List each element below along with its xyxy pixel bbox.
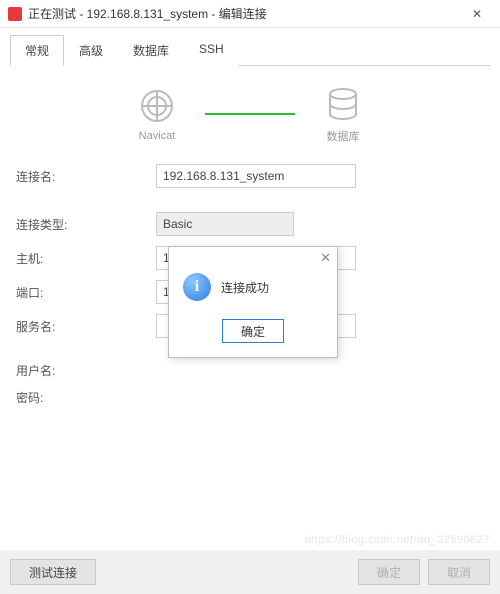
navicat-icon	[137, 86, 177, 126]
dialog-message: 连接成功	[221, 279, 269, 296]
app-icon	[8, 7, 22, 21]
window-close-button[interactable]: ✕	[462, 7, 492, 21]
type-label: 连接类型:	[16, 216, 156, 233]
dialog-close-button[interactable]: ✕	[320, 250, 331, 266]
cancel-button[interactable]: 取消	[428, 559, 490, 585]
watermark: https://blog.csdn.net/qq_32590627	[305, 534, 490, 546]
message-dialog: ✕ i 连接成功 确定	[168, 246, 338, 358]
window-title: 正在测试 - 192.168.8.131_system - 编辑连接	[28, 5, 462, 22]
connection-name-input[interactable]	[156, 164, 356, 188]
test-connection-button[interactable]: 测试连接	[10, 559, 96, 585]
database-icon	[323, 84, 363, 124]
tab-database[interactable]: 数据库	[118, 35, 184, 66]
tab-ssh[interactable]: SSH	[184, 35, 239, 66]
name-label: 连接名:	[16, 168, 156, 185]
pass-label: 密码:	[16, 389, 156, 406]
footer: 测试连接 确定 取消	[0, 550, 500, 594]
connection-hero: Navicat 数据库	[10, 66, 490, 158]
tab-general[interactable]: 常规	[10, 35, 64, 66]
host-label: 主机:	[16, 250, 156, 267]
user-label: 用户名:	[16, 362, 156, 379]
service-label: 服务名:	[16, 318, 156, 335]
port-label: 端口:	[16, 284, 156, 301]
info-icon: i	[183, 273, 211, 301]
tab-advanced[interactable]: 高级	[64, 35, 118, 66]
titlebar: 正在测试 - 192.168.8.131_system - 编辑连接 ✕	[0, 0, 500, 28]
connection-type-select[interactable]: Basic	[156, 212, 294, 236]
dialog-ok-button[interactable]: 确定	[222, 319, 284, 343]
connection-line	[205, 113, 295, 115]
tabs: 常规 高级 数据库 SSH	[10, 34, 490, 66]
hero-right-label: 数据库	[327, 128, 360, 144]
hero-left-label: Navicat	[139, 130, 176, 142]
ok-button[interactable]: 确定	[358, 559, 420, 585]
